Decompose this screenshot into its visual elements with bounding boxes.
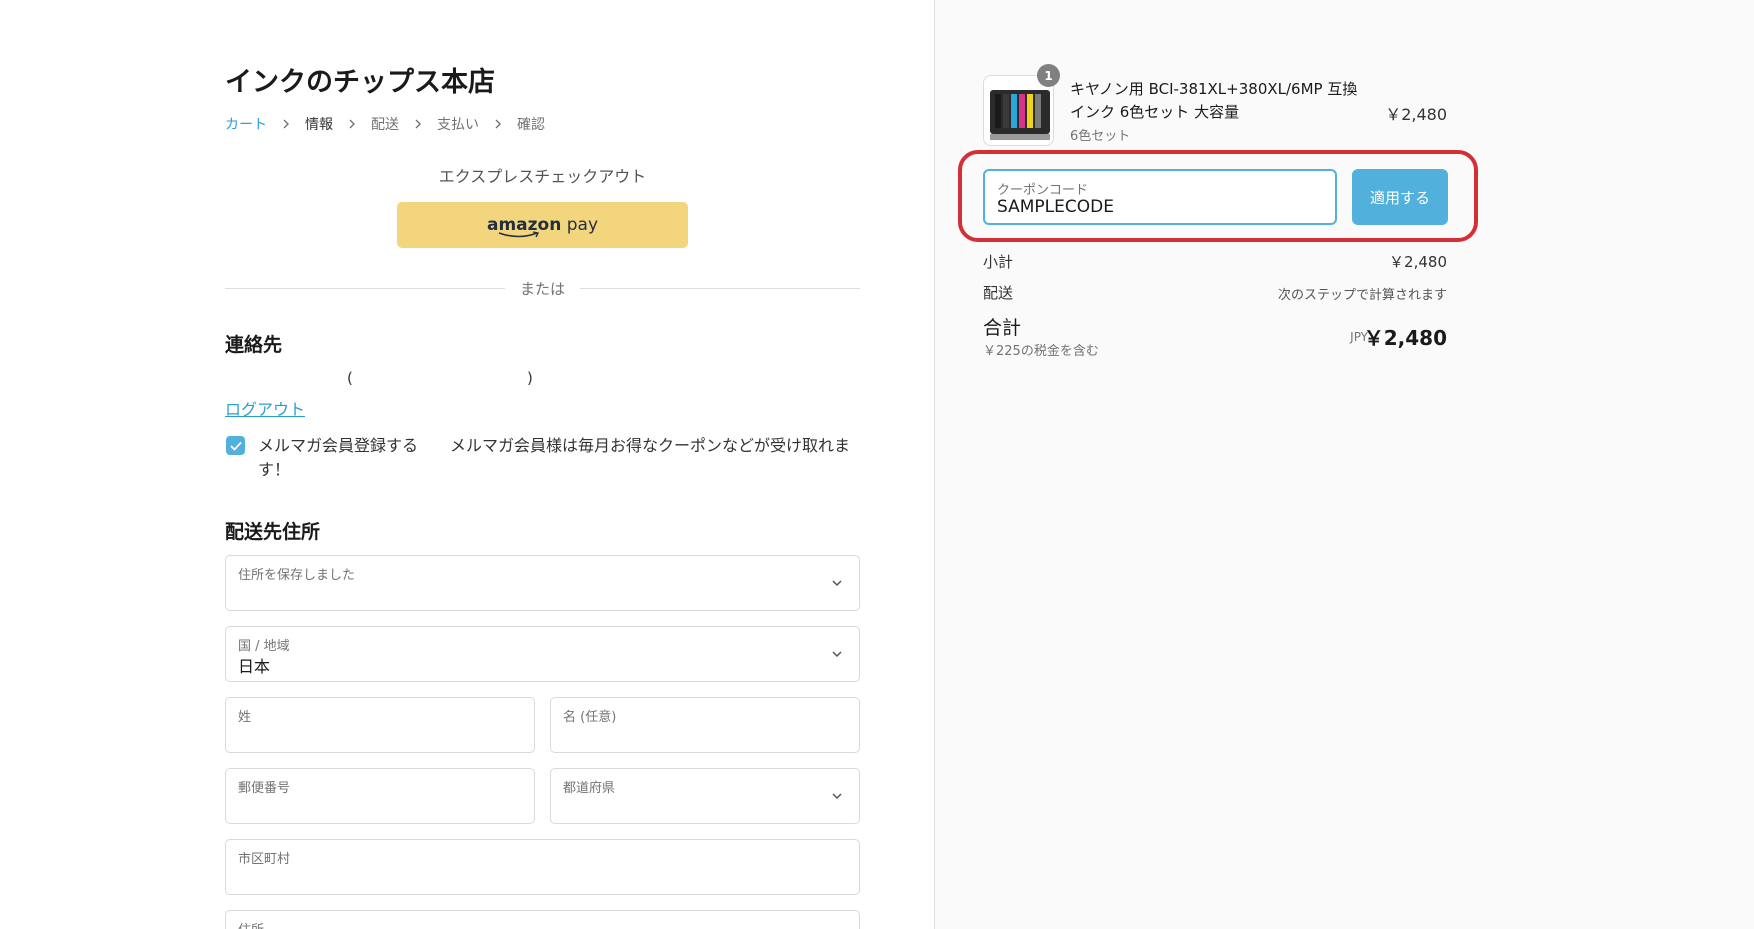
- first-name-field[interactable]: 名 (任意): [550, 697, 860, 753]
- saved-address-label: 住所を保存しました: [238, 568, 356, 583]
- breadcrumb-payment: 支払い: [437, 117, 479, 133]
- country-select[interactable]: 国 / 地域 日本: [225, 626, 860, 682]
- coupon-code-label: クーポンコード: [997, 183, 1089, 198]
- apply-coupon-button[interactable]: 適用する: [1352, 169, 1448, 225]
- total-label: 合計: [983, 317, 1022, 339]
- subtotal-label: 小計: [983, 253, 1014, 271]
- subtotal-value: ￥2,480: [1389, 253, 1447, 271]
- last-name-field[interactable]: 姓: [225, 697, 535, 753]
- chevron-down-icon: [832, 793, 842, 800]
- chevron-down-icon: [832, 651, 842, 658]
- city-label: 市区町村: [238, 852, 291, 867]
- country-value: 日本: [238, 657, 271, 676]
- address-label: 住所: [238, 919, 264, 929]
- total-value: ￥2,480: [1363, 326, 1447, 350]
- chevron-right-icon: [345, 117, 359, 131]
- order-summary-panel: [934, 0, 1754, 929]
- chevron-right-icon: [491, 117, 505, 131]
- first-name-label: 名 (任意): [563, 710, 617, 725]
- ink-cartridge-image: [990, 90, 1050, 140]
- newsletter-checkbox[interactable]: [226, 436, 245, 455]
- newsletter-label: メルマガ会員登録する メルマガ会員様は毎月お得なクーポンなどが受け取れます！: [258, 436, 851, 479]
- express-checkout-label: エクスプレスチェックアウト: [438, 167, 647, 186]
- shipping-address-title: 配送先住所: [225, 521, 321, 543]
- product-variant: 6色セット: [1070, 129, 1131, 144]
- address-field[interactable]: 住所: [225, 910, 860, 929]
- shipping-label: 配送: [983, 284, 1014, 302]
- shipping-value: 次のステップで計算されます: [1277, 288, 1447, 303]
- coupon-code-input[interactable]: クーポンコード SAMPLECODE: [983, 169, 1337, 225]
- chevron-right-icon: [279, 117, 293, 131]
- prefecture-select[interactable]: 都道府県: [550, 768, 860, 824]
- amazon-pay-button[interactable]: amazon pay: [397, 202, 688, 248]
- postal-code-label: 郵便番号: [238, 781, 291, 796]
- tax-note: ￥225の税金を含む: [983, 344, 1099, 359]
- breadcrumb: カート 情報 配送 支払い 確認: [225, 114, 545, 134]
- contact-section-title: 連絡先: [225, 334, 283, 356]
- quantity-badge: 1: [1037, 64, 1060, 87]
- saved-address-select[interactable]: 住所を保存しました: [225, 555, 860, 611]
- checkout-main-panel: インクのチップス本店 カート 情報 配送 支払い 確認 エクスプレスチェックアウ…: [0, 0, 934, 929]
- chevron-right-icon: [411, 117, 425, 131]
- shop-title: インクのチップス本店: [225, 67, 495, 98]
- account-paren-close: ): [527, 369, 533, 387]
- checkmark-icon: [229, 441, 242, 451]
- breadcrumb-shipping: 配送: [371, 117, 399, 133]
- breadcrumb-review: 確認: [517, 117, 545, 133]
- city-field[interactable]: 市区町村: [225, 839, 860, 895]
- product-price: ￥2,480: [1385, 105, 1447, 124]
- prefecture-label: 都道府県: [563, 781, 616, 796]
- amazon-smile-icon: [498, 231, 540, 238]
- chevron-down-icon: [832, 580, 842, 587]
- last-name-label: 姓: [238, 710, 252, 725]
- divider-left: [225, 288, 505, 289]
- breadcrumb-information: 情報: [305, 117, 333, 133]
- or-divider-label: または: [505, 278, 580, 299]
- account-paren-open: (: [347, 369, 353, 387]
- breadcrumb-cart[interactable]: カート: [225, 114, 267, 134]
- country-label: 国 / 地域: [238, 639, 290, 654]
- divider-right: [580, 288, 860, 289]
- coupon-code-value: SAMPLECODE: [997, 197, 1114, 217]
- logout-link[interactable]: ログアウト: [225, 396, 305, 420]
- product-name: キヤノン用 BCI-381XL+380XL/6MP 互換インク 6色セット 大容…: [1070, 80, 1358, 121]
- postal-code-field[interactable]: 郵便番号: [225, 768, 535, 824]
